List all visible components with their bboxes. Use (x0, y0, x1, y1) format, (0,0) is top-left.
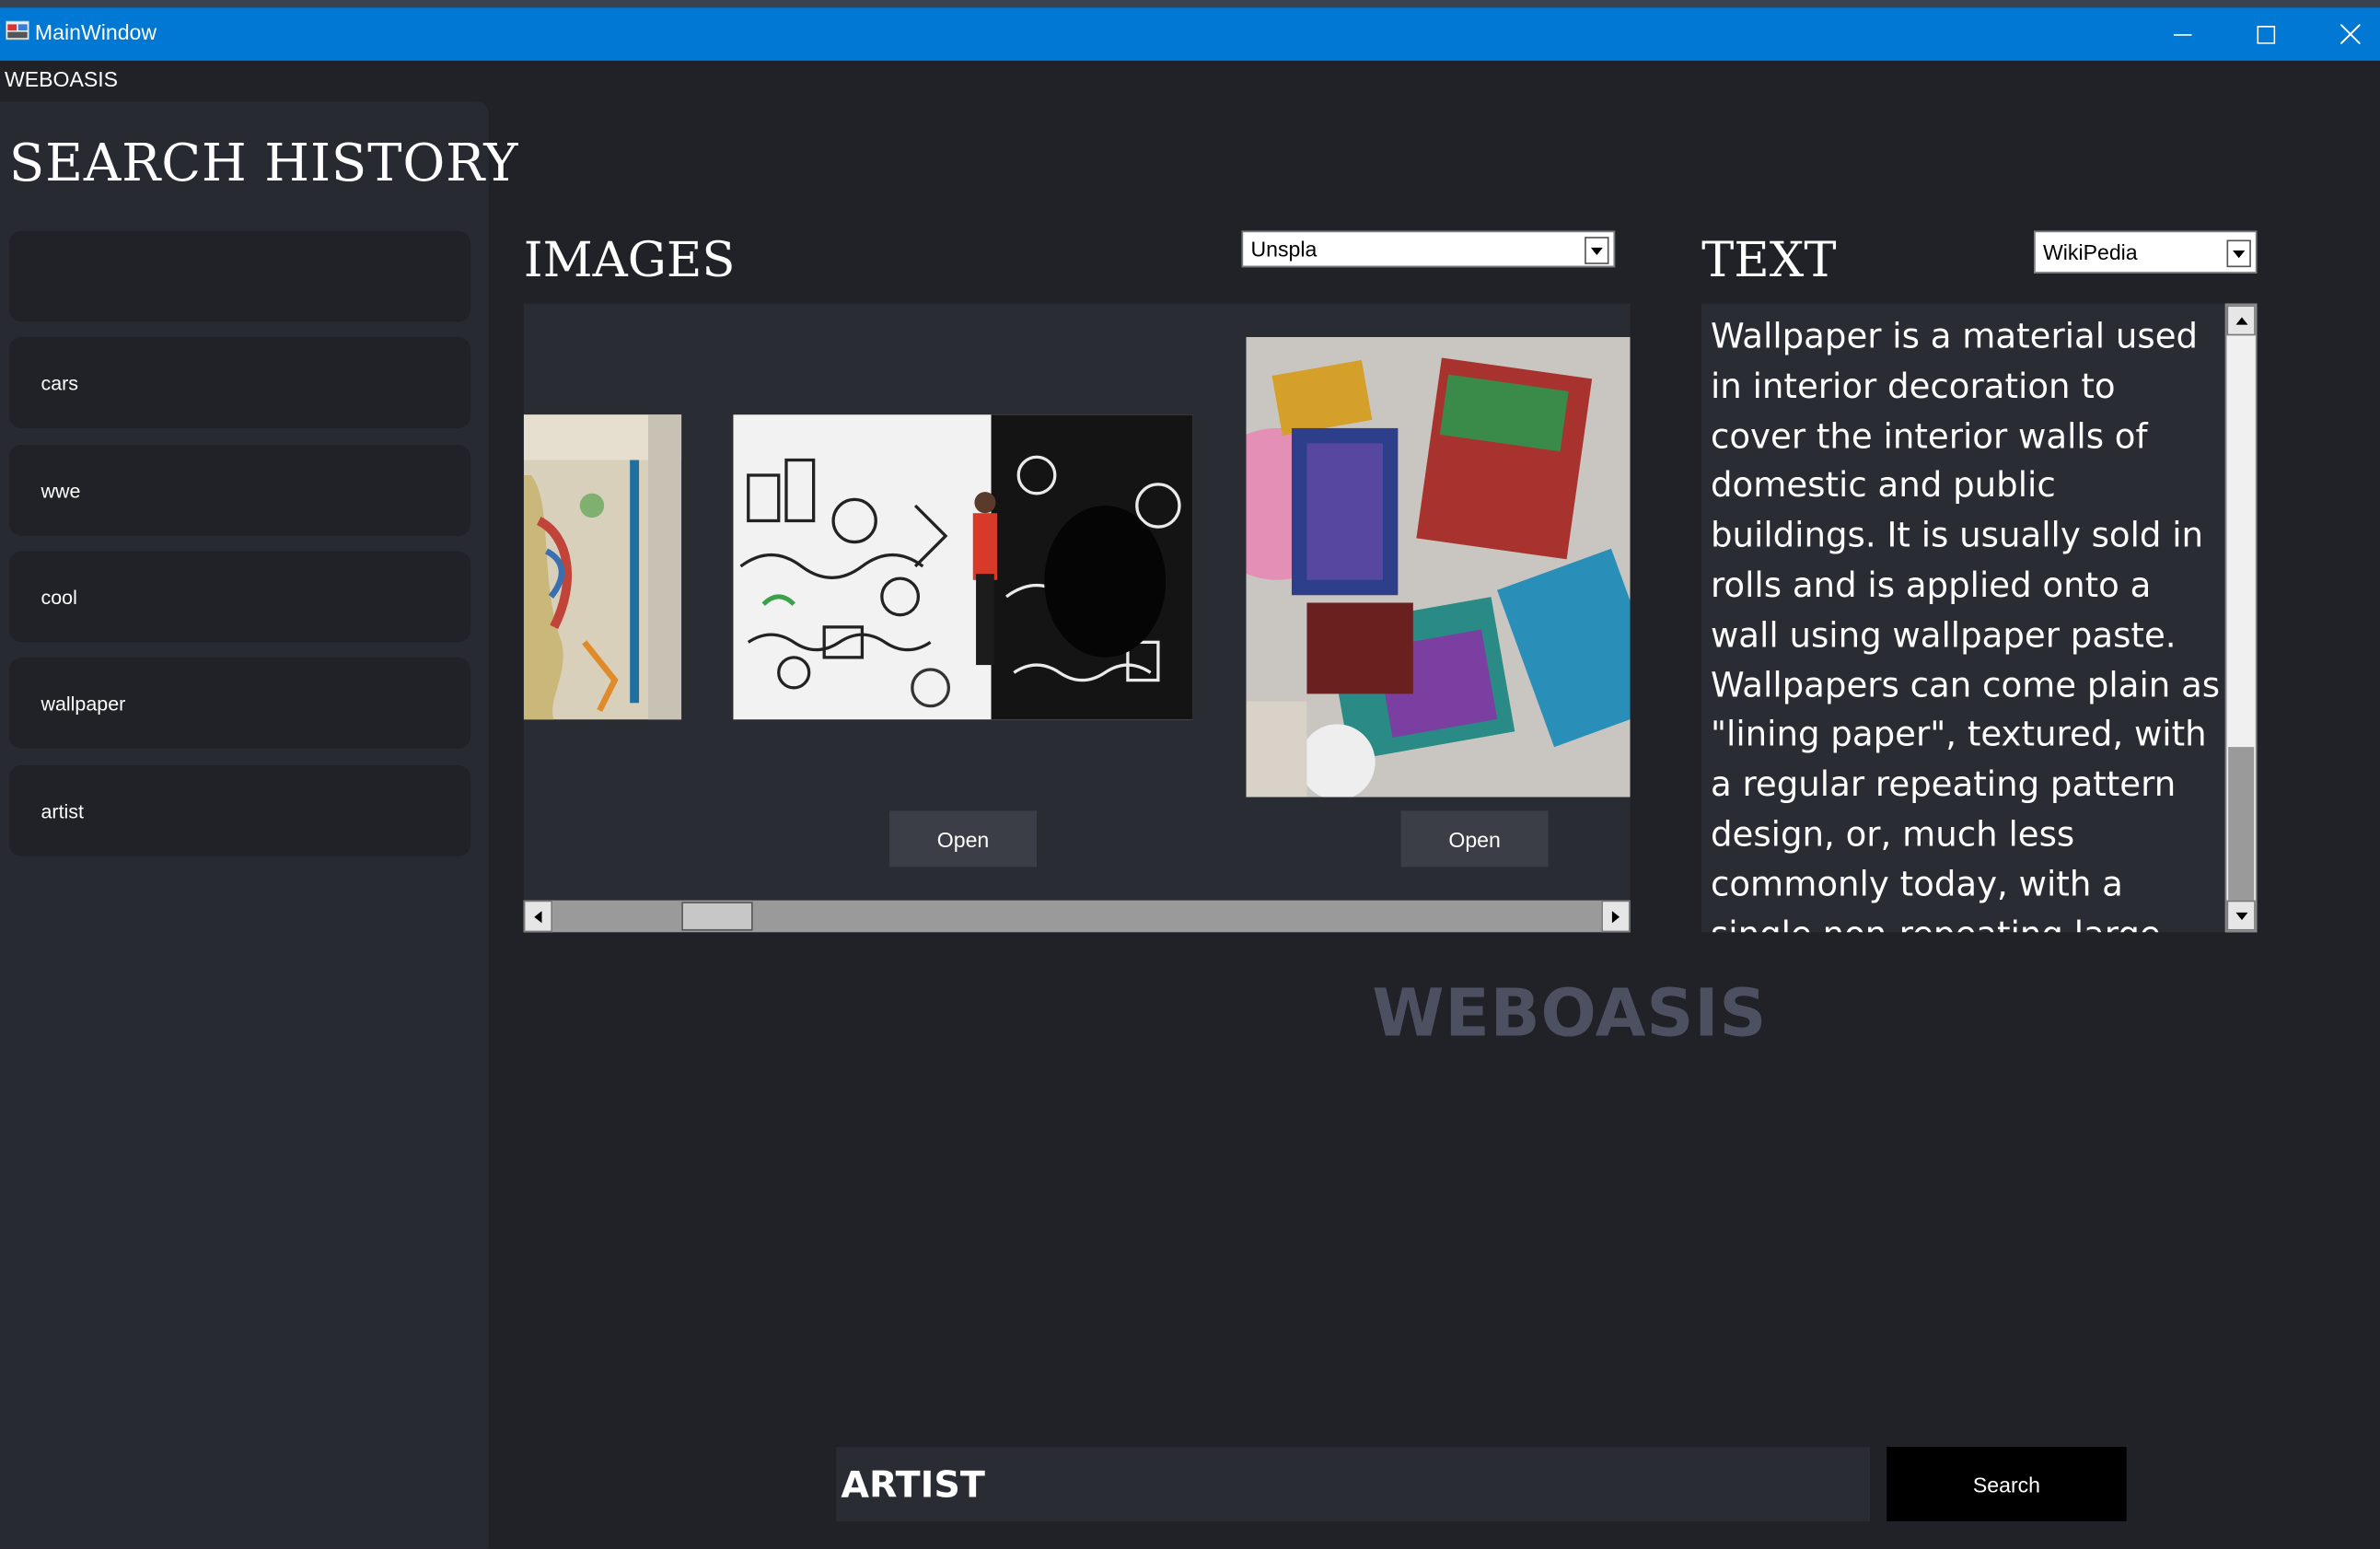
maximize-icon (2256, 25, 2275, 43)
open-image-button[interactable]: Open (889, 810, 1037, 868)
close-icon (2340, 24, 2361, 44)
text-source-select[interactable]: WikiPedia (2034, 230, 2258, 274)
scroll-down-button[interactable] (2226, 900, 2256, 931)
search-history-title: SEARCH HISTORY (8, 134, 519, 195)
image-source-value: Unspla (1250, 237, 1318, 262)
scroll-thumb[interactable] (2228, 747, 2255, 903)
minimize-icon (2172, 33, 2191, 35)
chevron-down-icon (1585, 237, 1609, 264)
history-item-cool[interactable]: cool (8, 551, 471, 643)
chevron-down-icon (2226, 239, 2251, 268)
images-horizontal-scrollbar[interactable] (523, 900, 1631, 933)
desktop-strip (0, 0, 2380, 8)
search-button[interactable]: Search (1887, 1447, 2127, 1521)
weboasis-watermark: WEBOASIS (1372, 976, 1768, 1053)
image-source-select[interactable]: Unspla (1241, 230, 1616, 268)
history-item[interactable] (8, 230, 471, 322)
close-button[interactable] (2309, 7, 2380, 61)
result-image (523, 414, 682, 720)
article-vertical-scrollbar[interactable] (2224, 303, 2258, 933)
result-image (733, 414, 1193, 720)
scroll-up-button[interactable] (2226, 305, 2256, 336)
history-item-cars[interactable]: cars (8, 336, 471, 428)
search-input[interactable] (836, 1447, 1871, 1521)
article-text: Wallpaper is a material used in interior… (1710, 317, 2221, 933)
title-bar (0, 7, 2380, 61)
images-heading: IMAGES (523, 230, 736, 289)
text-source-value: WikiPedia (2043, 239, 2138, 264)
result-image (1246, 336, 1631, 798)
arrow-down-icon (2235, 911, 2247, 920)
app-name-label: WEBOASIS (4, 66, 119, 91)
window-title: MainWindow (34, 19, 157, 44)
text-heading: TEXT (1701, 230, 1837, 289)
images-carousel[interactable]: Open Open (523, 303, 1631, 933)
minimize-button[interactable] (2141, 7, 2224, 61)
scroll-thumb[interactable] (681, 902, 753, 931)
history-item-wallpaper[interactable]: wallpaper (8, 657, 471, 749)
history-item-wwe[interactable]: wwe (8, 445, 471, 536)
history-item-artist[interactable]: artist (8, 764, 471, 856)
scroll-right-button[interactable] (1601, 900, 1631, 933)
app-icon (5, 18, 30, 44)
open-image-button[interactable]: Open (1400, 810, 1549, 868)
arrow-up-icon (2235, 316, 2247, 324)
arrow-left-icon (534, 910, 542, 923)
maximize-button[interactable] (2223, 7, 2307, 61)
scroll-left-button[interactable] (523, 900, 553, 933)
article-text-panel: Wallpaper is a material used in interior… (1701, 303, 2225, 933)
arrow-right-icon (1611, 910, 1620, 923)
